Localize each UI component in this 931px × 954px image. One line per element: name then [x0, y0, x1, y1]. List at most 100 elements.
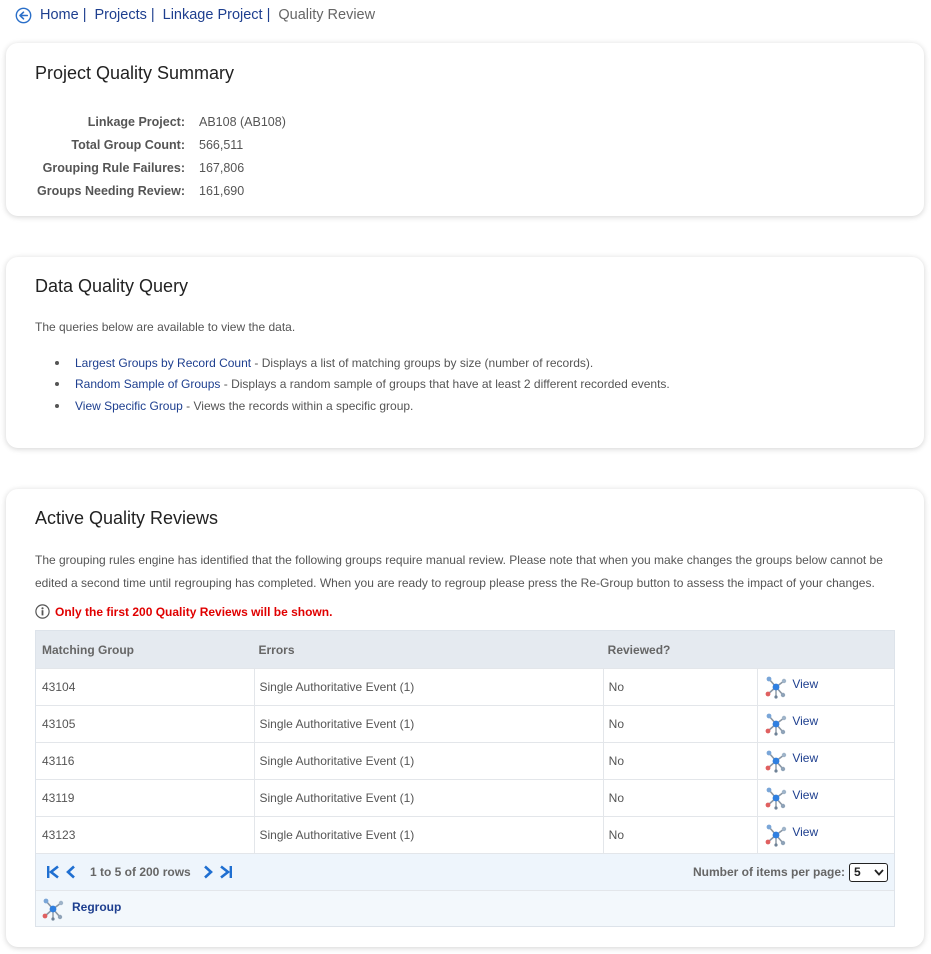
column-header-errors[interactable]: Errors [254, 643, 603, 657]
back-arrow-icon[interactable] [15, 7, 32, 24]
regroup-button[interactable]: Regroup [41, 897, 121, 921]
breadcrumb-current: Quality Review [278, 7, 376, 23]
summary-row-grouping-rule-failures: Grouping Rule Failures: 167,806 [6, 156, 286, 179]
regroup-icon [42, 898, 64, 921]
data-quality-query-panel: Data Quality Query The queries below are… [6, 257, 924, 448]
molecule-network-icon [765, 787, 787, 810]
cell-reviewed: No [602, 669, 758, 705]
breadcrumb-separator: | [82, 7, 87, 23]
random-sample-link[interactable]: Random Sample of Groups [75, 377, 220, 391]
summary-label: Linkage Project: [87, 114, 185, 129]
summary-value: 566,511 [199, 137, 244, 152]
table-row: 43105 Single Authoritative Event (1) No … [36, 705, 894, 742]
view-button[interactable]: View [764, 712, 818, 736]
active-quality-reviews-panel: Active Quality Reviews The grouping rule… [6, 489, 924, 947]
table-row: 43119 Single Authoritative Event (1) No … [36, 779, 894, 816]
cell-errors: Single Authoritative Event (1) [253, 706, 603, 742]
items-per-page-value: 5 [854, 865, 861, 879]
cell-matching-group: 43119 [42, 791, 75, 805]
cell-actions: View [757, 780, 894, 816]
cell-matching-group: 43116 [42, 754, 75, 768]
cell-reviewed: No [602, 817, 758, 853]
breadcrumb: Home | Projects | Linkage Project | Quality… [15, 5, 375, 25]
cell-matching-group: 43123 [42, 828, 76, 842]
summary-label: Grouping Rule Failures: [42, 160, 185, 175]
cell-errors: Single Authoritative Event (1) [253, 669, 603, 705]
view-button[interactable]: View [764, 823, 818, 847]
view-specific-group-link[interactable]: View Specific Group [75, 399, 183, 413]
molecule-network-icon [765, 824, 787, 847]
query-item-view-specific-group: View Specific Group - Views the records … [55, 395, 670, 417]
items-per-page-select[interactable]: 5 [849, 862, 888, 882]
summary-row-groups-needing-review: Groups Needing Review: 161,690 [6, 179, 286, 202]
column-header-matching-group[interactable]: Matching Group [36, 643, 254, 657]
molecule-network-icon [765, 750, 787, 773]
cell-matching-group: 43105 [42, 717, 76, 731]
cell-matching-group: 43104 [42, 680, 76, 694]
reviews-table: Matching Group Errors Reviewed? 43104 Si… [35, 630, 895, 927]
query-intro: The queries below are available to view … [35, 320, 296, 334]
view-button[interactable]: View [764, 749, 818, 773]
bullet [55, 360, 59, 365]
cell-errors: Single Authoritative Event (1) [253, 743, 603, 779]
cell-errors: Single Authoritative Event (1) [253, 817, 603, 853]
query-list: Largest Groups by Record Count - Display… [55, 352, 670, 417]
chevron-down-icon [874, 868, 884, 876]
summary-label: Total Group Count: [71, 137, 185, 152]
query-item-largest-groups: Largest Groups by Record Count - Display… [55, 352, 670, 374]
review-limit-notice: Only the first 200 Quality Reviews will … [35, 604, 332, 619]
reviews-title: Active Quality Reviews [35, 508, 219, 528]
largest-groups-link[interactable]: Largest Groups by Record Count [75, 356, 251, 370]
molecule-network-icon [765, 713, 787, 736]
cell-actions: View [757, 817, 894, 853]
view-button[interactable]: View [764, 675, 818, 699]
pager-info: 1 to 5 of 200 rows [90, 865, 191, 879]
molecule-network-icon [765, 676, 787, 699]
view-label: View [792, 788, 819, 802]
bullet [55, 403, 59, 408]
cell-actions: View [757, 706, 894, 742]
view-label: View [792, 751, 819, 765]
cell-reviewed: No [602, 780, 758, 816]
breadcrumb-separator: | [150, 7, 155, 23]
summary-row-linkage-project: Linkage Project: AB108 (AB108) [6, 110, 286, 133]
breadcrumb-projects-link[interactable]: Projects [94, 7, 146, 23]
breadcrumb-home-link[interactable]: Home [40, 7, 79, 23]
view-button[interactable]: View [764, 786, 818, 810]
regroup-label: Regroup [72, 899, 122, 914]
view-label: View [792, 825, 819, 839]
project-quality-summary-panel: Project Quality Summary Linkage Project:… [6, 43, 924, 216]
next-page-icon[interactable] [201, 865, 215, 879]
bullet [55, 382, 59, 387]
table-row: 43116 Single Authoritative Event (1) No … [36, 742, 894, 779]
items-per-page: Number of items per page: 5 [692, 862, 888, 882]
breadcrumb-separator: | [266, 7, 271, 23]
prev-page-icon[interactable] [64, 865, 78, 879]
summary-row-total-group-count: Total Group Count: 566,511 [6, 133, 286, 156]
query-item-random-sample: Random Sample of Groups - Displays a ran… [55, 374, 670, 396]
cell-reviewed: No [602, 743, 758, 779]
summary-label: Groups Needing Review: [37, 183, 185, 198]
regroup-bar: Regroup [36, 890, 894, 926]
reviews-description: The grouping rules engine has identified… [35, 553, 883, 590]
table-row: 43123 Single Authoritative Event (1) No … [36, 816, 894, 853]
summary-title: Project Quality Summary [35, 63, 235, 83]
query-item-description: - Views the records within a specific gr… [182, 398, 414, 413]
first-page-icon[interactable] [46, 865, 60, 879]
breadcrumb-linkage-project-link[interactable]: Linkage Project [163, 7, 263, 23]
notice-text: Only the first 200 Quality Reviews will … [55, 604, 333, 619]
summary-value: AB108 (AB108) [199, 114, 286, 129]
summary-table: Linkage Project: AB108 (AB108) Total Gro… [6, 110, 286, 202]
items-per-page-label: Number of items per page: [692, 865, 845, 879]
query-item-description: - Displays a random sample of groups tha… [220, 377, 670, 392]
info-icon [35, 604, 50, 619]
query-item-description: - Displays a list of matching groups by … [251, 355, 594, 370]
cell-actions: View [757, 669, 894, 705]
column-header-reviewed[interactable]: Reviewed? [603, 643, 758, 657]
table-row: 43104 Single Authoritative Event (1) No … [36, 668, 894, 705]
cell-errors: Single Authoritative Event (1) [253, 780, 603, 816]
view-label: View [792, 714, 819, 728]
last-page-icon[interactable] [219, 865, 233, 879]
view-label: View [792, 677, 819, 691]
summary-value: 161,690 [199, 183, 245, 198]
